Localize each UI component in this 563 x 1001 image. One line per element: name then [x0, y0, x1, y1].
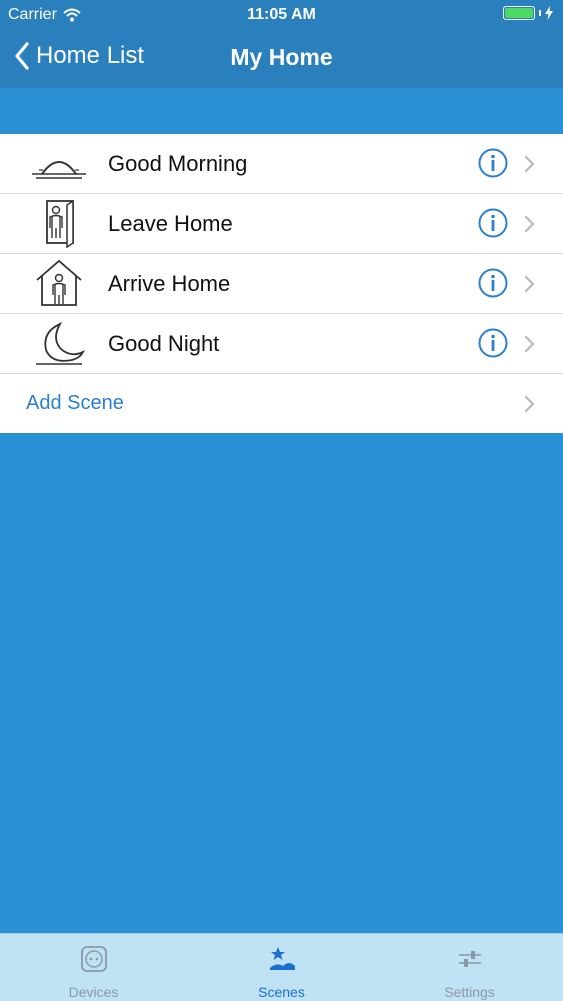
scene-label: Arrive Home: [108, 271, 231, 296]
status-time: 11:05 AM: [247, 6, 316, 23]
navigation-bar: Home List My Home: [0, 30, 563, 88]
scene-label: Leave Home: [108, 211, 233, 236]
add-scene-row[interactable]: Add Scene: [0, 374, 563, 433]
info-icon[interactable]: [478, 328, 508, 358]
scene-row-leave-home[interactable]: Leave Home: [0, 194, 563, 254]
chevron-right-icon: [524, 275, 535, 293]
scene-label: Good Morning: [108, 151, 248, 176]
scene-row-good-morning[interactable]: Good Morning: [0, 134, 563, 194]
moon-icon: [36, 322, 85, 365]
scene-row-good-night[interactable]: Good Night: [0, 314, 563, 374]
status-bar: Carrier 11:05 AM: [0, 0, 563, 30]
outlet-icon: [80, 946, 107, 972]
arrive-home-icon: [36, 259, 82, 306]
scene-label: Good Night: [108, 331, 220, 356]
tab-settings[interactable]: Settings: [376, 934, 563, 1001]
tab-label: Scenes: [258, 984, 305, 1000]
tab-bar: Devices Scenes Settings: [0, 933, 563, 1001]
top-bar: Carrier 11:05 AM Home List My Home: [0, 0, 563, 88]
chevron-right-icon: [524, 155, 535, 173]
scene-row-arrive-home[interactable]: Arrive Home: [0, 254, 563, 314]
scenes-star-icon: [269, 947, 295, 970]
chevron-right-icon: [524, 215, 535, 233]
leave-home-icon: [46, 199, 74, 248]
info-icon[interactable]: [478, 268, 508, 298]
sliders-icon: [458, 951, 481, 967]
chevron-right-icon: [524, 395, 535, 413]
charging-bolt-icon: [545, 6, 553, 20]
add-scene-button[interactable]: Add Scene: [26, 392, 124, 415]
info-icon[interactable]: [478, 148, 508, 178]
tab-devices[interactable]: Devices: [0, 934, 187, 1001]
sunrise-icon: [32, 161, 86, 179]
page-title: My Home: [230, 44, 333, 70]
chevron-right-icon: [524, 335, 535, 353]
info-icon[interactable]: [478, 208, 508, 238]
battery-icon: [503, 6, 553, 20]
tab-label: Devices: [68, 984, 119, 1000]
tab-scenes[interactable]: Scenes: [188, 934, 375, 1001]
scene-list: Good Morning Leave Home Arrive Home Good…: [0, 134, 563, 433]
tab-label: Settings: [444, 984, 495, 1000]
